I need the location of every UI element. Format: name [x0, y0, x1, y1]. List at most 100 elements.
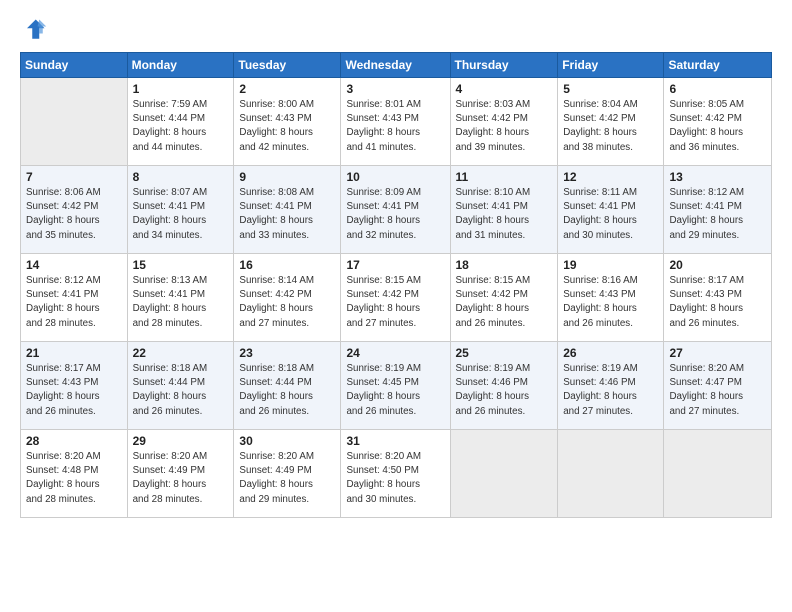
calendar-week-4: 28 Sunrise: 8:20 AMSunset: 4:48 PMDayligh… [21, 430, 772, 518]
calendar-cell: 13 Sunrise: 8:12 AMSunset: 4:41 PMDayligh… [664, 166, 772, 254]
calendar-cell [21, 78, 128, 166]
calendar-cell: 9 Sunrise: 8:08 AMSunset: 4:41 PMDaylight… [234, 166, 341, 254]
day-number: 12 [563, 170, 658, 184]
day-number: 2 [239, 82, 335, 96]
day-info: Sunrise: 7:59 AMSunset: 4:44 PMDaylight:… [133, 98, 229, 155]
calendar-cell: 20 Sunrise: 8:17 AMSunset: 4:43 PMDayligh… [664, 254, 772, 342]
calendar-cell: 1 Sunrise: 7:59 AMSunset: 4:44 PMDaylight… [127, 78, 234, 166]
day-info: Sunrise: 8:12 AMSunset: 4:41 PMDaylight:… [669, 186, 766, 243]
calendar-body: 1 Sunrise: 7:59 AMSunset: 4:44 PMDaylight… [21, 78, 772, 518]
calendar-cell: 5Sunrise: 8:04 AMSunset: 4:42 PMDaylight… [558, 78, 664, 166]
calendar-cell: 7 Sunrise: 8:06 AMSunset: 4:42 PMDaylight… [21, 166, 128, 254]
day-info: Sunrise: 8:14 AMSunset: 4:42 PMDaylight:… [239, 274, 335, 331]
days-row: SundayMondayTuesdayWednesdayThursdayFrid… [21, 53, 772, 78]
calendar-cell [450, 430, 558, 518]
calendar-cell: 4 Sunrise: 8:03 AMSunset: 4:42 PMDaylight… [450, 78, 558, 166]
day-number: 17 [346, 258, 444, 272]
day-info: Sunrise: 8:08 AMSunset: 4:41 PMDaylight:… [239, 186, 335, 243]
calendar-cell: 14 Sunrise: 8:12 AMSunset: 4:41 PMDayligh… [21, 254, 128, 342]
calendar-cell: 24 Sunrise: 8:19 AMSunset: 4:45 PMDayligh… [341, 342, 450, 430]
day-number: 4 [456, 82, 553, 96]
day-number: 8 [133, 170, 229, 184]
day-info: Sunrise: 8:09 AMSunset: 4:41 PMDaylight:… [346, 186, 444, 243]
day-info: Sunrise: 8:06 AMSunset: 4:42 PMDaylight:… [26, 186, 122, 243]
day-header-saturday: Saturday [664, 53, 772, 78]
day-number: 28 [26, 434, 122, 448]
day-info: Sunrise: 8:18 AMSunset: 4:44 PMDaylight:… [239, 362, 335, 419]
day-number: 1 [133, 82, 229, 96]
calendar-cell: 8 Sunrise: 8:07 AMSunset: 4:41 PMDaylight… [127, 166, 234, 254]
calendar-cell: 15 Sunrise: 8:13 AMSunset: 4:41 PMDayligh… [127, 254, 234, 342]
calendar-cell [558, 430, 664, 518]
day-info: Sunrise: 8:17 AMSunset: 4:43 PMDaylight:… [669, 274, 766, 331]
day-number: 13 [669, 170, 766, 184]
day-number: 22 [133, 346, 229, 360]
calendar-cell: 21 Sunrise: 8:17 AMSunset: 4:43 PMDayligh… [21, 342, 128, 430]
calendar-cell: 31Sunrise: 8:20 AMSunset: 4:50 PMDayligh… [341, 430, 450, 518]
day-number: 26 [563, 346, 658, 360]
calendar-week-2: 14 Sunrise: 8:12 AMSunset: 4:41 PMDayligh… [21, 254, 772, 342]
day-info: Sunrise: 8:10 AMSunset: 4:41 PMDaylight:… [456, 186, 553, 243]
day-number: 24 [346, 346, 444, 360]
calendar-cell: 12 Sunrise: 8:11 AMSunset: 4:41 PMDayligh… [558, 166, 664, 254]
day-info: Sunrise: 8:19 AMSunset: 4:45 PMDaylight:… [346, 362, 444, 419]
day-number: 27 [669, 346, 766, 360]
day-number: 15 [133, 258, 229, 272]
day-number: 3 [346, 82, 444, 96]
day-number: 14 [26, 258, 122, 272]
calendar-cell: 30 Sunrise: 8:20 AMSunset: 4:49 PMDayligh… [234, 430, 341, 518]
day-header-monday: Monday [127, 53, 234, 78]
day-number: 9 [239, 170, 335, 184]
day-info: Sunrise: 8:03 AMSunset: 4:42 PMDaylight:… [456, 98, 553, 155]
logo-icon [20, 16, 48, 44]
calendar-cell: 17 Sunrise: 8:15 AMSunset: 4:42 PMDayligh… [341, 254, 450, 342]
calendar-cell: 29 Sunrise: 8:20 AMSunset: 4:49 PMDayligh… [127, 430, 234, 518]
calendar-header: SundayMondayTuesdayWednesdayThursdayFrid… [21, 53, 772, 78]
day-info: Sunrise: 8:05 AMSunset: 4:42 PMDaylight:… [669, 98, 766, 155]
day-header-tuesday: Tuesday [234, 53, 341, 78]
day-header-thursday: Thursday [450, 53, 558, 78]
page: SundayMondayTuesdayWednesdayThursdayFrid… [0, 0, 792, 612]
calendar-cell: 27Sunrise: 8:20 AMSunset: 4:47 PMDayligh… [664, 342, 772, 430]
day-info: Sunrise: 8:20 AMSunset: 4:48 PMDaylight:… [26, 450, 122, 507]
calendar-cell: 6Sunrise: 8:05 AMSunset: 4:42 PMDaylight… [664, 78, 772, 166]
day-number: 29 [133, 434, 229, 448]
day-info: Sunrise: 8:19 AMSunset: 4:46 PMDaylight:… [563, 362, 658, 419]
calendar-week-3: 21 Sunrise: 8:17 AMSunset: 4:43 PMDayligh… [21, 342, 772, 430]
day-info: Sunrise: 8:20 AMSunset: 4:49 PMDaylight:… [239, 450, 335, 507]
calendar-cell: 10 Sunrise: 8:09 AMSunset: 4:41 PMDayligh… [341, 166, 450, 254]
calendar-cell: 3 Sunrise: 8:01 AMSunset: 4:43 PMDaylight… [341, 78, 450, 166]
day-info: Sunrise: 8:20 AMSunset: 4:49 PMDaylight:… [133, 450, 229, 507]
calendar-cell: 16Sunrise: 8:14 AMSunset: 4:42 PMDayligh… [234, 254, 341, 342]
day-header-wednesday: Wednesday [341, 53, 450, 78]
calendar-cell: 28 Sunrise: 8:20 AMSunset: 4:48 PMDayligh… [21, 430, 128, 518]
calendar-cell: 25Sunrise: 8:19 AMSunset: 4:46 PMDayligh… [450, 342, 558, 430]
day-info: Sunrise: 8:18 AMSunset: 4:44 PMDaylight:… [133, 362, 229, 419]
calendar-cell: 19Sunrise: 8:16 AMSunset: 4:43 PMDayligh… [558, 254, 664, 342]
day-number: 23 [239, 346, 335, 360]
calendar-cell: 2Sunrise: 8:00 AMSunset: 4:43 PMDaylight… [234, 78, 341, 166]
calendar-cell: 23 Sunrise: 8:18 AMSunset: 4:44 PMDayligh… [234, 342, 341, 430]
day-info: Sunrise: 8:15 AMSunset: 4:42 PMDaylight:… [346, 274, 444, 331]
day-info: Sunrise: 8:16 AMSunset: 4:43 PMDaylight:… [563, 274, 658, 331]
day-number: 30 [239, 434, 335, 448]
day-info: Sunrise: 8:07 AMSunset: 4:41 PMDaylight:… [133, 186, 229, 243]
day-number: 31 [346, 434, 444, 448]
day-number: 5 [563, 82, 658, 96]
day-info: Sunrise: 8:01 AMSunset: 4:43 PMDaylight:… [346, 98, 444, 155]
calendar-week-1: 7 Sunrise: 8:06 AMSunset: 4:42 PMDaylight… [21, 166, 772, 254]
day-info: Sunrise: 8:13 AMSunset: 4:41 PMDaylight:… [133, 274, 229, 331]
calendar-cell: 26 Sunrise: 8:19 AMSunset: 4:46 PMDayligh… [558, 342, 664, 430]
day-number: 20 [669, 258, 766, 272]
calendar-cell: 22 Sunrise: 8:18 AMSunset: 4:44 PMDayligh… [127, 342, 234, 430]
day-info: Sunrise: 8:17 AMSunset: 4:43 PMDaylight:… [26, 362, 122, 419]
day-number: 7 [26, 170, 122, 184]
calendar-cell [664, 430, 772, 518]
day-info: Sunrise: 8:11 AMSunset: 4:41 PMDaylight:… [563, 186, 658, 243]
day-info: Sunrise: 8:19 AMSunset: 4:46 PMDaylight:… [456, 362, 553, 419]
day-number: 21 [26, 346, 122, 360]
day-info: Sunrise: 8:12 AMSunset: 4:41 PMDaylight:… [26, 274, 122, 331]
day-number: 10 [346, 170, 444, 184]
calendar-cell: 11Sunrise: 8:10 AMSunset: 4:41 PMDayligh… [450, 166, 558, 254]
calendar: SundayMondayTuesdayWednesdayThursdayFrid… [20, 52, 772, 518]
